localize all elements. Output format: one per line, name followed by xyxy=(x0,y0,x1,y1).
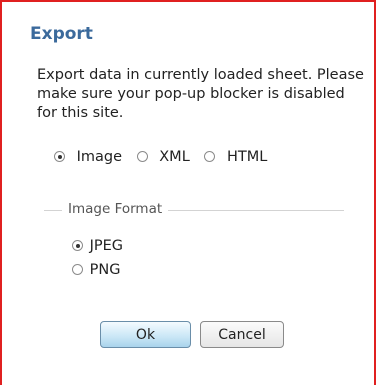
image-format-legend: Image Format xyxy=(62,201,169,217)
export-type-image-option[interactable]: Image xyxy=(54,149,122,165)
dialog-description: Export data in currently loaded sheet. P… xyxy=(37,67,364,121)
export-dialog: Export Export data in currently loaded s… xyxy=(0,0,376,385)
export-type-html-option[interactable]: HTML xyxy=(204,149,267,165)
image-label: Image xyxy=(76,149,123,165)
xml-radio[interactable] xyxy=(136,151,148,162)
format-jpeg-option[interactable]: JPEG xyxy=(72,238,123,254)
png-label: PNG xyxy=(89,262,121,278)
png-radio[interactable] xyxy=(72,264,83,275)
cancel-button[interactable]: Cancel xyxy=(200,321,284,348)
ok-button[interactable]: Ok xyxy=(100,321,191,348)
format-png-option[interactable]: PNG xyxy=(72,262,120,278)
export-type-xml-option[interactable]: XML xyxy=(136,149,190,165)
jpeg-label: JPEG xyxy=(89,238,124,254)
export-type-group: Image XML HTML xyxy=(54,149,267,165)
dialog-title: Export xyxy=(30,24,93,44)
html-radio[interactable] xyxy=(204,151,216,162)
image-radio[interactable] xyxy=(54,151,65,162)
xml-label: XML xyxy=(159,149,190,165)
jpeg-radio[interactable] xyxy=(72,240,83,251)
html-label: HTML xyxy=(227,149,268,165)
